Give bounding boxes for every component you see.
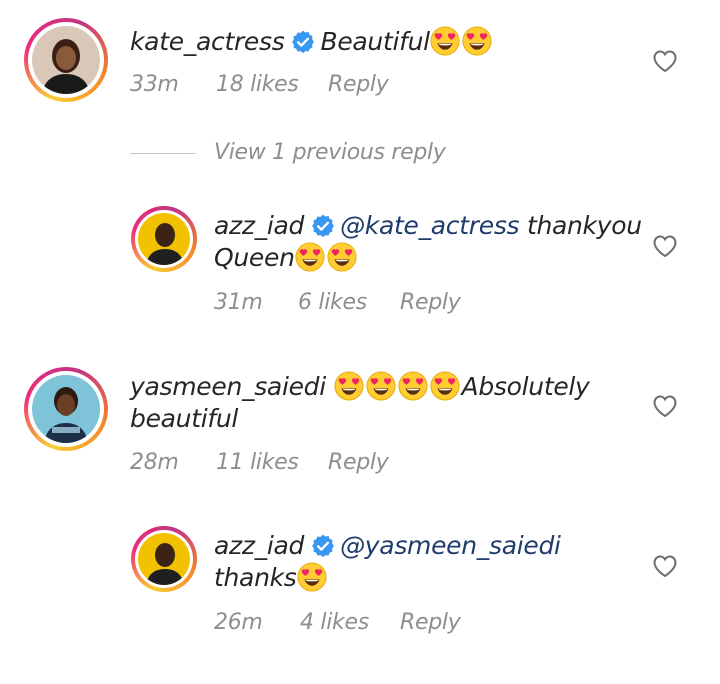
reply-button[interactable]: Reply — [400, 610, 461, 635]
heart-eyes-emoji — [462, 26, 492, 56]
avatar-frame — [135, 210, 193, 268]
reply-button[interactable]: Reply — [328, 72, 389, 97]
like-count[interactable]: 11 likes — [216, 450, 299, 475]
avatar-photo — [138, 533, 190, 585]
comment-body: azz_iad @yasmeen_saiedithanks — [214, 530, 644, 594]
divider-line — [130, 153, 196, 154]
comment-time: 26m — [214, 610, 263, 635]
comment-text: Absolutely — [461, 372, 590, 401]
like-count[interactable]: 18 likes — [216, 72, 299, 97]
avatar-frame — [135, 530, 193, 588]
comment-body: azz_iad @kate_actress thankyou Queen — [214, 210, 644, 274]
heart-outline-icon[interactable] — [652, 49, 678, 73]
heart-eyes-emoji — [430, 26, 460, 56]
username-link[interactable]: yasmeen_saiedi — [130, 372, 326, 401]
verified-badge-icon — [310, 533, 336, 559]
avatar-photo — [32, 375, 100, 443]
verified-badge-icon — [310, 213, 336, 239]
comment-meta: 28m 11 likes Reply — [130, 450, 430, 480]
comment-text: thankyou — [526, 211, 642, 240]
heart-eyes-emoji — [398, 371, 428, 401]
heart-outline-icon[interactable] — [652, 554, 678, 578]
reply-button[interactable]: Reply — [328, 450, 389, 475]
comment-time: 28m — [130, 450, 179, 475]
mention-link[interactable]: @yasmeen_saiedi — [340, 531, 561, 560]
comment-text-line2: thanks — [214, 563, 297, 592]
avatar-azz-iad[interactable] — [131, 526, 197, 592]
avatar-photo — [138, 213, 190, 265]
comment-text-line2: beautiful — [130, 404, 239, 433]
comment-text: Beautiful — [320, 27, 430, 56]
username-link[interactable]: kate_actress — [130, 27, 285, 56]
comment-meta: 26m 4 likes Reply — [214, 610, 514, 640]
comment-text-line2: Queen — [214, 243, 295, 272]
heart-outline-icon[interactable] — [652, 234, 678, 258]
heart-outline-icon[interactable] — [652, 394, 678, 418]
verified-badge-icon — [290, 29, 316, 55]
like-count[interactable]: 6 likes — [298, 290, 367, 315]
comment-time: 33m — [130, 72, 179, 97]
like-count[interactable]: 4 likes — [300, 610, 369, 635]
comment-time: 31m — [214, 290, 263, 315]
heart-eyes-emoji — [366, 371, 396, 401]
avatar-frame — [28, 371, 104, 447]
comment-body: yasmeen_saiedi Absolutely beautiful — [130, 371, 630, 435]
avatar-azz-iad[interactable] — [131, 206, 197, 272]
avatar-frame — [28, 22, 104, 98]
comment-meta: 31m 6 likes Reply — [214, 290, 514, 320]
avatar-yasmeen-saiedi[interactable] — [24, 367, 108, 451]
reply-button[interactable]: Reply — [400, 290, 461, 315]
heart-eyes-emoji — [295, 242, 325, 272]
heart-eyes-emoji — [327, 242, 357, 272]
heart-eyes-emoji — [334, 371, 364, 401]
heart-eyes-emoji — [430, 371, 460, 401]
comment-meta: 33m 18 likes Reply — [130, 72, 430, 102]
username-link[interactable]: azz_iad — [214, 531, 304, 560]
view-replies-label[interactable]: View 1 previous reply — [214, 140, 446, 165]
avatar-kate-actress[interactable] — [24, 18, 108, 102]
mention-link[interactable]: @kate_actress — [340, 211, 519, 240]
username-link[interactable]: azz_iad — [214, 211, 304, 240]
avatar-photo — [32, 26, 100, 94]
heart-eyes-emoji — [297, 562, 327, 592]
comment-body: kate_actress Beautiful — [130, 26, 630, 58]
